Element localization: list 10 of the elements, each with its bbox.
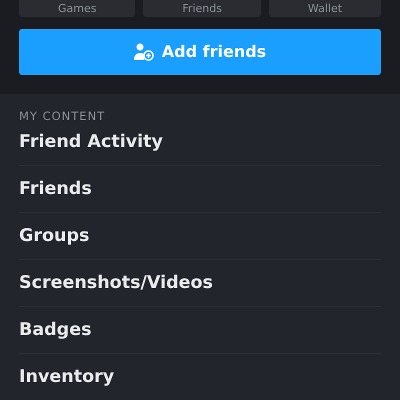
menu-item[interactable]: Inventory (19, 354, 381, 400)
shortcut-button[interactable]: Friends (143, 0, 261, 17)
menu-item[interactable]: Groups (19, 213, 381, 260)
menu-item[interactable]: Badges (19, 307, 381, 354)
menu-item[interactable]: Screenshots/Videos (19, 260, 381, 308)
menu-item[interactable]: Friends (19, 166, 381, 214)
shortcut-button[interactable]: Games (19, 0, 136, 17)
shortcut-button[interactable]: Wallet (268, 0, 382, 17)
menu-item[interactable]: Friend Activity (19, 119, 381, 166)
add-person-icon (134, 43, 154, 61)
